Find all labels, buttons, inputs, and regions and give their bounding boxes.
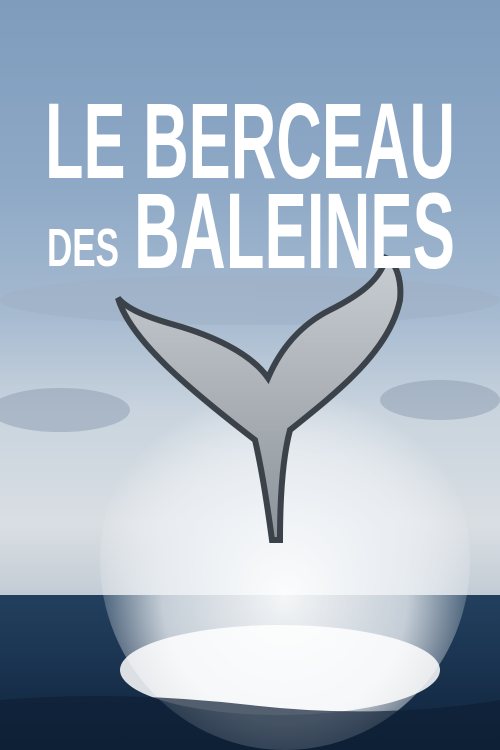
poster-title: LE BERCEAU DES BALEINES [45,80,455,291]
title-line-2-large: BALEINES [134,170,455,291]
poster-background: LE BERCEAU DES BALEINES [0,0,500,750]
title-line-2-small: DES [47,218,119,278]
